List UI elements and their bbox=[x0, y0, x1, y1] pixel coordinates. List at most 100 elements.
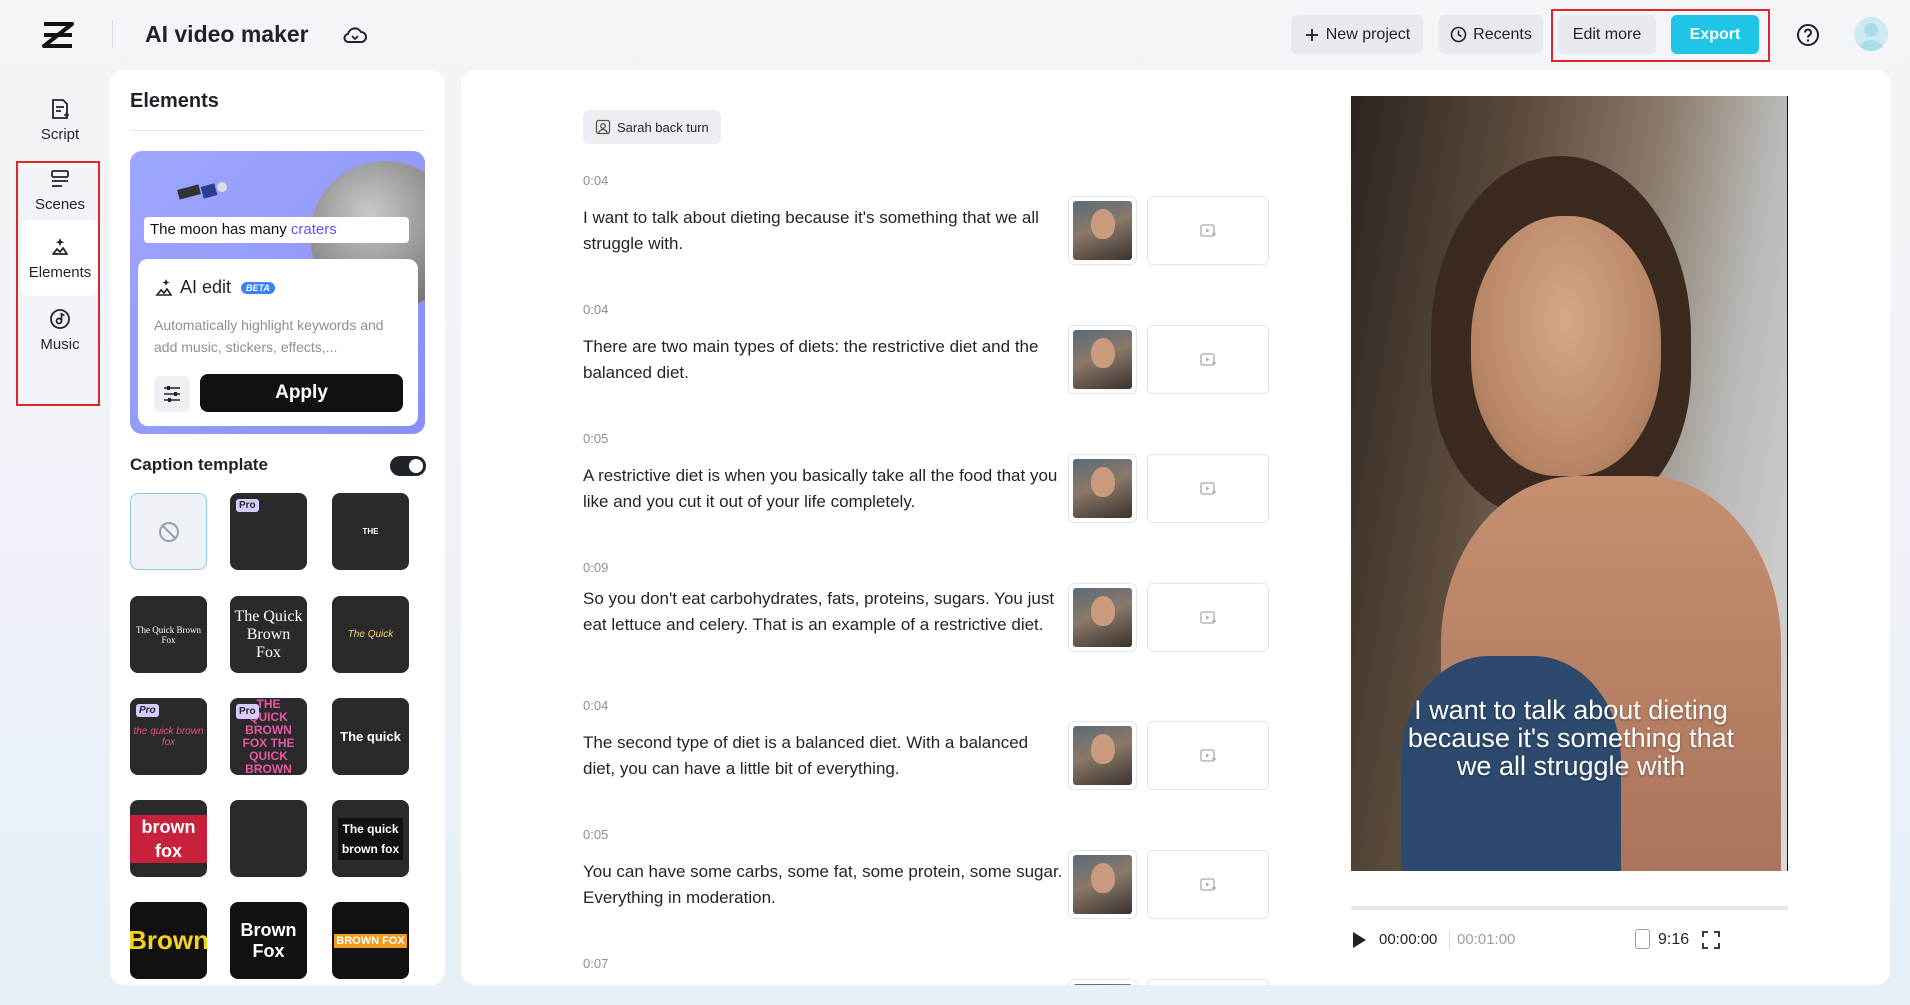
caption-template[interactable] bbox=[230, 800, 307, 877]
new-project-button[interactable]: New project bbox=[1291, 15, 1423, 54]
segment-thumbnail[interactable] bbox=[1068, 850, 1137, 919]
thumbnail-image bbox=[1073, 855, 1132, 914]
speaker-chip-label: Sarah back turn bbox=[617, 119, 709, 135]
segment-thumbnail[interactable] bbox=[1068, 196, 1137, 265]
segment-thumbnail[interactable] bbox=[1068, 583, 1137, 652]
highlight-box-header-actions bbox=[1551, 9, 1770, 62]
caption-template[interactable]: Pro bbox=[230, 493, 307, 570]
add-media-icon bbox=[1200, 877, 1216, 891]
nav-item-script[interactable]: Script bbox=[17, 80, 103, 160]
add-clip-button[interactable] bbox=[1147, 721, 1269, 790]
caption-template[interactable]: Brown bbox=[130, 902, 207, 979]
caption-template[interactable]: The quick brown fox bbox=[332, 800, 409, 877]
caption-template-toggle[interactable] bbox=[390, 456, 426, 476]
add-clip-button[interactable] bbox=[1147, 850, 1269, 919]
caption-template-none[interactable] bbox=[130, 493, 207, 570]
segment-duration: 0:09 bbox=[583, 560, 609, 575]
avatar-frame-icon bbox=[595, 119, 611, 135]
panel-divider bbox=[130, 130, 425, 131]
capcut-logo-icon[interactable] bbox=[41, 20, 75, 50]
thumbnail-image bbox=[1073, 330, 1132, 389]
current-time: 00:00:00 bbox=[1379, 931, 1438, 948]
caption-template[interactable]: Brown Fox bbox=[230, 902, 307, 979]
add-clip-button[interactable] bbox=[1147, 196, 1269, 265]
satellite-sticker-icon bbox=[177, 182, 227, 200]
segment-text[interactable]: There are two main types of diets: the r… bbox=[583, 334, 1063, 386]
caption-template-label: Caption template bbox=[130, 455, 268, 474]
segment-text[interactable]: So you don't eat carbohydrates, fats, pr… bbox=[583, 586, 1063, 638]
caption-template[interactable]: Pro THE QUICK BROWN FOX THE QUICK BROWN bbox=[230, 698, 307, 775]
segment-thumbnail[interactable] bbox=[1068, 721, 1137, 790]
segment-duration: 0:04 bbox=[583, 173, 609, 188]
fullscreen-icon[interactable] bbox=[1701, 930, 1721, 950]
recents-button[interactable]: Recents bbox=[1439, 15, 1543, 54]
script-segment: 0:05 You can have some carbs, some fat, … bbox=[583, 827, 1063, 911]
add-media-icon bbox=[1200, 481, 1216, 495]
thumbnail-image bbox=[1073, 201, 1132, 260]
caption-template[interactable]: The Quick Brown Fox bbox=[130, 596, 207, 673]
ai-edit-description: Automatically highlight keywords and add… bbox=[154, 317, 384, 355]
ai-edit-box: AI edit BETA Automatically highlight key… bbox=[138, 259, 418, 426]
ai-edit-settings-button[interactable] bbox=[154, 376, 190, 412]
help-icon[interactable] bbox=[1795, 22, 1821, 48]
moon-caption: The moon has many craters bbox=[144, 217, 409, 243]
caption-template-text: the quick brown fox bbox=[133, 725, 204, 748]
moon-caption-text: The moon has many bbox=[150, 221, 287, 238]
segment-thumbnail[interactable] bbox=[1068, 979, 1137, 985]
caption-template[interactable]: Pro the quick brown fox bbox=[130, 698, 207, 775]
caption-template-text: BROWN FOX bbox=[334, 933, 407, 948]
caption-template-text: The quick brown fox bbox=[338, 817, 403, 860]
pro-badge: Pro bbox=[136, 704, 159, 717]
caption-template[interactable]: brown fox bbox=[130, 800, 207, 877]
thumbnail-image bbox=[1073, 459, 1132, 518]
total-time: 00:01:00 bbox=[1457, 931, 1516, 948]
plus-icon bbox=[1305, 28, 1318, 41]
caption-template[interactable]: The Quick Brown Fox bbox=[230, 596, 307, 673]
thumbnail-image bbox=[1073, 984, 1132, 985]
script-segment: 0:04 The second type of diet is a balanc… bbox=[583, 698, 1063, 782]
caption-template[interactable]: The Quick bbox=[332, 596, 409, 673]
play-icon[interactable] bbox=[1351, 931, 1367, 949]
time-divider bbox=[1449, 930, 1450, 948]
aspect-ratio-icon[interactable] bbox=[1635, 929, 1650, 949]
script-segment: 0:04 There are two main types of diets: … bbox=[583, 302, 1063, 386]
clock-icon bbox=[1450, 26, 1467, 43]
caption-template[interactable]: THE bbox=[332, 493, 409, 570]
caption-template[interactable]: The quick bbox=[332, 698, 409, 775]
ai-sparkle-icon bbox=[155, 278, 173, 296]
aspect-ratio[interactable]: 9:16 bbox=[1658, 931, 1689, 949]
cloud-icon[interactable] bbox=[342, 22, 368, 48]
segment-thumbnail[interactable] bbox=[1068, 325, 1137, 394]
add-media-icon bbox=[1200, 352, 1216, 366]
apply-button[interactable]: Apply bbox=[200, 374, 403, 412]
caption-template[interactable]: BROWN FOX bbox=[332, 902, 409, 979]
nav-label-script: Script bbox=[40, 125, 80, 143]
header-divider bbox=[112, 20, 113, 48]
add-media-icon bbox=[1200, 223, 1216, 237]
playback-controls: 00:00:00 00:01:00 9:16 bbox=[1351, 925, 1788, 955]
top-bar: AI video maker New project Recents Edit … bbox=[0, 0, 1910, 70]
none-icon bbox=[158, 521, 179, 542]
segment-text[interactable]: You can have some carbs, some fat, some … bbox=[583, 859, 1063, 911]
caption-template-text: brown fox bbox=[130, 814, 207, 863]
add-clip-button[interactable] bbox=[1147, 583, 1269, 652]
segment-text[interactable]: A restrictive diet is when you basically… bbox=[583, 463, 1063, 515]
add-clip-button[interactable] bbox=[1147, 454, 1269, 523]
add-media-icon bbox=[1200, 610, 1216, 624]
add-clip-button[interactable] bbox=[1147, 979, 1269, 985]
preview-caption: I want to talk about dieting because it'… bbox=[1407, 695, 1735, 781]
video-preview[interactable]: I want to talk about dieting because it'… bbox=[1351, 96, 1788, 871]
add-media-icon bbox=[1200, 748, 1216, 762]
user-avatar[interactable] bbox=[1854, 17, 1888, 51]
segment-duration: 0:05 bbox=[583, 827, 609, 842]
playback-progress-bar[interactable] bbox=[1351, 906, 1788, 910]
segment-text[interactable]: The second type of diet is a balanced di… bbox=[583, 730, 1063, 782]
script-icon bbox=[52, 98, 69, 119]
segment-thumbnail[interactable] bbox=[1068, 454, 1137, 523]
segment-text[interactable]: I want to talk about dieting because it'… bbox=[583, 205, 1063, 257]
speaker-chip[interactable]: Sarah back turn bbox=[583, 110, 721, 144]
script-editor: Sarah back turn 0:04 I want to talk abou… bbox=[461, 70, 1890, 985]
add-clip-button[interactable] bbox=[1147, 325, 1269, 394]
beta-badge: BETA bbox=[241, 281, 275, 294]
segment-duration: 0:04 bbox=[583, 698, 609, 713]
